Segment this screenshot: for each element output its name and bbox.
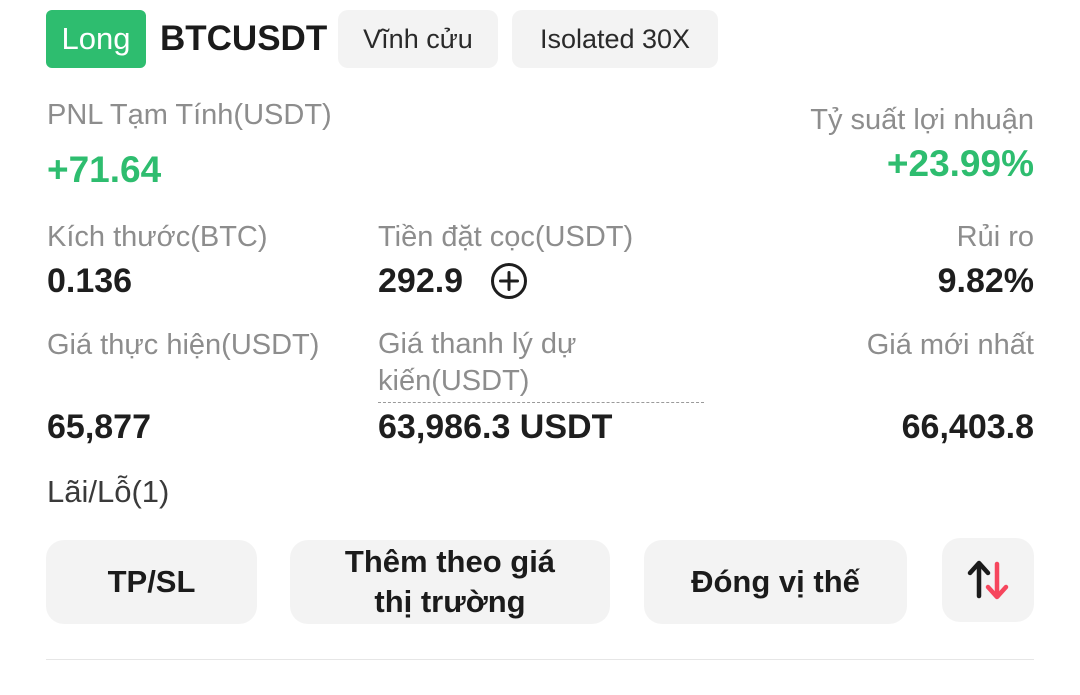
size-label: Kích thước(BTC): [47, 221, 268, 253]
roe-value: +23.99%: [886, 143, 1034, 184]
symbol-title[interactable]: BTCUSDT: [160, 14, 327, 64]
close-position-button[interactable]: Đóng vị thế: [644, 540, 907, 624]
liquidation-price-value: 63,986.3 USDT: [378, 408, 613, 446]
margin-mode-chip[interactable]: Isolated 30X: [512, 10, 718, 68]
reverse-arrows-icon: [967, 560, 1009, 600]
risk-value: 9.82%: [937, 262, 1034, 300]
liquidation-price-label[interactable]: Giá thanh lý dự kiến(USDT): [378, 326, 704, 403]
risk-label: Rủi ro: [956, 221, 1034, 253]
margin-label: Tiền đặt cọc(USDT): [378, 221, 634, 253]
position-side-badge: Long: [46, 10, 146, 68]
contract-type-chip: Vĩnh cửu: [338, 10, 498, 68]
pnl-label: PNL Tạm Tính(USDT): [47, 99, 332, 131]
size-value: 0.136: [47, 262, 133, 300]
reverse-position-button[interactable]: [942, 538, 1034, 622]
tpsl-count-link[interactable]: Lãi/Lỗ(1): [47, 472, 169, 512]
roe-label: Tỷ suất lợi nhuận: [810, 104, 1034, 136]
entry-price-value: 65,877: [47, 408, 151, 446]
tpsl-button[interactable]: TP/SL: [46, 540, 257, 624]
margin-value: 292.9: [378, 262, 464, 300]
pnl-value: +71.64: [47, 149, 162, 190]
add-market-button[interactable]: Thêm theo giá thị trường: [290, 540, 610, 624]
plus-circle-icon[interactable]: [490, 262, 528, 300]
entry-price-label: Giá thực hiện(USDT): [47, 329, 320, 361]
section-divider: [46, 659, 1034, 660]
add-market-button-label: Thêm theo giá thị trường: [344, 544, 556, 619]
mark-price-value: 66,403.8: [901, 408, 1034, 446]
mark-price-label: Giá mới nhất: [866, 329, 1034, 361]
